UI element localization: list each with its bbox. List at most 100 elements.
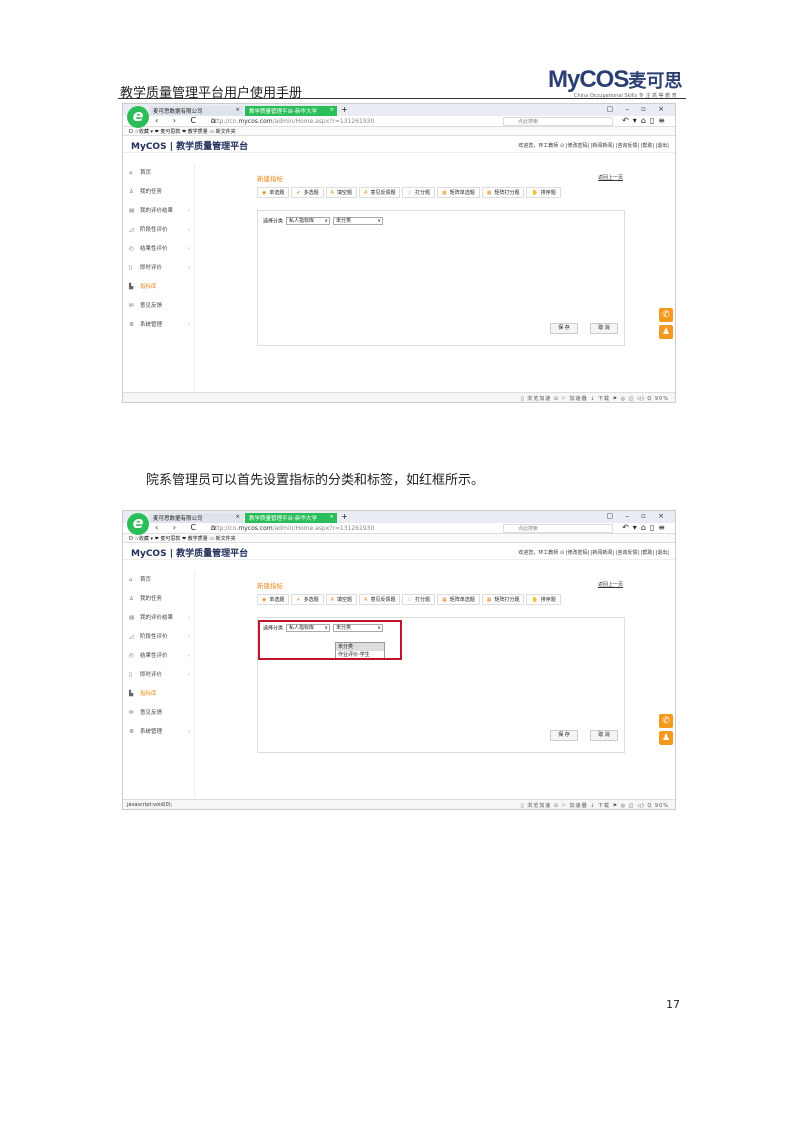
fill-blank-button[interactable]: A 填空题	[325, 187, 358, 198]
matrix-single-button[interactable]: ▦ 矩阵单选题	[436, 594, 480, 605]
form-box: 选择分类 私人指标库 ∨ 未分类 ∨ 保 存 取 消	[257, 210, 625, 346]
gear-icon: ⚙	[129, 729, 134, 735]
sidebar-item-results[interactable]: ▤ 我的评价结果 ›	[123, 609, 194, 628]
mail-icon: ✉	[129, 710, 134, 716]
address-bar: e ‹ › C ⌂ http://cn.mycos.com/admin/Home…	[123, 106, 675, 128]
matrix-rating-button[interactable]: ▦ 矩阵打分题	[481, 594, 525, 605]
url-field[interactable]: http://cn.mycos.com/admin/Home.aspx?r=13…	[211, 118, 374, 125]
save-button[interactable]: 保 存	[550, 730, 578, 741]
browser-logo-icon: e	[127, 106, 149, 128]
search-input[interactable]: 点此搜索	[503, 117, 613, 126]
sidebar-item-stage[interactable]: ◿ 阶段性评价 ›	[123, 221, 194, 240]
multi-choice-button[interactable]: ✔ 多选题	[291, 187, 324, 198]
browser-tools[interactable]: ↶▾⌂▯≡	[622, 523, 669, 532]
page-number: 17	[666, 998, 680, 1011]
sort-button[interactable]: ✋ 排序题	[526, 187, 561, 198]
library-select[interactable]: 私人指标库 ∨	[286, 217, 331, 225]
matrix-single-button[interactable]: ▦ 矩阵单选题	[436, 187, 480, 198]
list-icon: ▤	[129, 208, 135, 214]
tab-bar: 麦可思数据有限公司 × 教学质量管理平台-新华大学 × + ▢ – ▫ ×	[123, 511, 675, 523]
new-tab-button[interactable]: +	[341, 105, 348, 114]
window-controls[interactable]: ▢ – ▫ ×	[607, 105, 669, 113]
bar-icon: ▙	[129, 284, 134, 290]
sidebar-item-stage[interactable]: ◿ 阶段性评价 ›	[123, 628, 194, 647]
sidebar-item-results[interactable]: ▤ 我的评价结果 ›	[123, 202, 194, 221]
window-controls[interactable]: ▢ – ▫ ×	[607, 512, 669, 520]
sidebar-item-instant[interactable]: ▯ 即时评价 ›	[123, 259, 194, 278]
screenshot-1: 麦可思数据有限公司 × 教学质量管理平台-新华大学 × + ▢ – ▫ × e ‹ …	[122, 103, 676, 403]
address-bar: e ‹ › C ⌂ http://cn.mycos.com/admin/Home…	[123, 513, 675, 535]
question-type-buttons: ◉ 单选题 ✔ 多选题 A 填空题 A 意见反馈题 ☆ 打分题 ▦ 矩阵单选题 ▦ 矩阵打分题 ✋ 排序题	[257, 187, 563, 198]
sidebar-item-outcome[interactable]: ◴ 结果性评价 ›	[123, 647, 194, 666]
new-tab-button[interactable]: +	[341, 512, 348, 521]
sidebar-item-system[interactable]: ⚙ 系统管理 ›	[123, 316, 194, 335]
rating-button[interactable]: ☆ 打分题	[402, 187, 435, 198]
chart-icon: ◿	[129, 634, 134, 640]
mail-icon: ✉	[129, 303, 134, 309]
back-link[interactable]: 返回上一页	[598, 174, 623, 181]
gear-icon: ⚙	[129, 322, 134, 328]
app-header: MyCOS | 教学质量管理平台 欢迎您，环工教师 ⊙ |修改密码| |新闻新闻…	[123, 136, 675, 153]
feedback-question-button[interactable]: A 意见反馈题	[359, 187, 401, 198]
clock-icon: ◴	[129, 653, 134, 659]
sort-button[interactable]: ✋ 排序题	[526, 594, 561, 605]
phone-icon[interactable]: ✆	[659, 714, 673, 728]
browser-tab-1[interactable]: 麦可思数据有限公司 ×	[149, 106, 243, 116]
feedback-question-button[interactable]: A 意见反馈题	[359, 594, 401, 605]
browser-tab-2[interactable]: 教学质量管理平台-新华大学 ×	[245, 513, 337, 523]
chat-icon[interactable]: ♟	[659, 325, 673, 339]
phone-icon[interactable]: ✆	[659, 308, 673, 322]
main-content: 新建指标 返回上一页 ◉ 单选题 ✔ 多选题 A 填空题 A 意见反馈题 ☆ 打分题 ▦ 矩阵单选题 ▦…	[195, 571, 675, 799]
back-link[interactable]: 返回上一页	[598, 581, 623, 588]
bar-icon: ▙	[129, 691, 134, 697]
status-bar: ▯ 浏览加速 ⊙ ⚐ 加速器 ↓ 下载 ⚑ ◎ ◫ ◁) Q 90%	[123, 392, 675, 402]
clock-icon: ◴	[129, 246, 134, 252]
single-choice-button[interactable]: ◉ 单选题	[257, 187, 290, 198]
bookmarks-bar[interactable]: D ☆收藏 ▾ ❤ 麦可思款 ❤ 教学质量 ▭ 新文件夹	[123, 127, 675, 136]
sidebar-item-outcome[interactable]: ◴ 结果性评价 ›	[123, 240, 194, 259]
user-icon: ♙	[129, 189, 134, 195]
cancel-button[interactable]: 取 消	[590, 323, 618, 334]
user-bar[interactable]: 欢迎您，环工教师 ⊙ |修改密码| |新闻新闻| |咨询反馈| |帮助| |退出…	[518, 142, 669, 149]
bookmarks-bar[interactable]: D ☆收藏 ▾ ❤ 麦可思款 ❤ 教学质量 ▭ 新文件夹	[123, 534, 675, 543]
sidebar-item-instant[interactable]: ▯ 即时评价 ›	[123, 666, 194, 685]
browser-tab-1[interactable]: 麦可思数据有限公司 ×	[149, 513, 243, 523]
save-button[interactable]: 保 存	[550, 323, 578, 334]
url-field[interactable]: http://cn.mycos.com/admin/Home.aspx?r=13…	[211, 525, 374, 532]
cancel-button[interactable]: 取 消	[590, 730, 618, 741]
browser-tools[interactable]: ↶▾⌂▯≡	[622, 116, 669, 125]
browser-logo-icon: e	[127, 513, 149, 535]
single-choice-button[interactable]: ◉ 单选题	[257, 594, 290, 605]
list-icon: ▤	[129, 615, 135, 621]
doc-icon: ▯	[129, 672, 133, 678]
highlight-red-box	[258, 620, 402, 660]
user-icon: ♙	[129, 596, 134, 602]
matrix-rating-button[interactable]: ▦ 矩阵打分题	[481, 187, 525, 198]
search-input[interactable]: 点此搜索	[503, 524, 613, 533]
status-bar: javascript:void(0); ▯ 浏览加速 ⊙ ⚐ 加速器 ↓ 下载 ⚑…	[123, 799, 675, 809]
category-select[interactable]: 未分类 ∨	[333, 217, 384, 225]
tab-bar: 麦可思数据有限公司 × 教学质量管理平台-新华大学 × + ▢ – ▫ ×	[123, 104, 675, 116]
sidebar-item-indicators[interactable]: ▙ 指标库	[123, 685, 194, 704]
sidebar-item-indicators[interactable]: ▙ 指标库	[123, 278, 194, 297]
app-logo: MyCOS | 教学质量管理平台	[131, 142, 249, 152]
sidebar-item-feedback[interactable]: ✉ 意见反馈	[123, 704, 194, 723]
sidebar-item-feedback[interactable]: ✉ 意见反馈	[123, 297, 194, 316]
user-bar[interactable]: 欢迎您，环工教师 ⊙ |修改密码| |新闻新闻| |咨询反馈| |帮助| |退出…	[518, 549, 669, 556]
sidebar-item-tasks[interactable]: ♙ 我的任务	[123, 183, 194, 202]
rating-button[interactable]: ☆ 打分题	[402, 594, 435, 605]
sidebar-item-system[interactable]: ⚙ 系统管理 ›	[123, 723, 194, 742]
sidebar: ⌂ 首页 ♙ 我的任务 ▤ 我的评价结果 › ◿ 阶段性评价 › ◴ 结果性评价 › ▯ 即时评价…	[123, 571, 195, 799]
fill-blank-button[interactable]: A 填空题	[325, 594, 358, 605]
chat-icon[interactable]: ♟	[659, 731, 673, 745]
sidebar-item-tasks[interactable]: ♙ 我的任务	[123, 590, 194, 609]
sidebar-item-home[interactable]: ⌂ 首页	[123, 571, 194, 590]
screenshot-2: 麦可思数据有限公司 × 教学质量管理平台-新华大学 × + ▢ – ▫ × e ‹ …	[122, 510, 676, 810]
multi-choice-button[interactable]: ✔ 多选题	[291, 594, 324, 605]
chart-icon: ◿	[129, 227, 134, 233]
sidebar-item-home[interactable]: ⌂ 首页	[123, 164, 194, 183]
app-header: MyCOS | 教学质量管理平台 欢迎您，环工教师 ⊙ |修改密码| |新闻新闻…	[123, 543, 675, 560]
browser-tab-2[interactable]: 教学质量管理平台-新华大学 ×	[245, 106, 337, 116]
doc-caption: 院系管理员可以首先设置指标的分类和标签，如红框所示。	[146, 473, 485, 488]
form-title: 新建指标	[257, 175, 283, 183]
